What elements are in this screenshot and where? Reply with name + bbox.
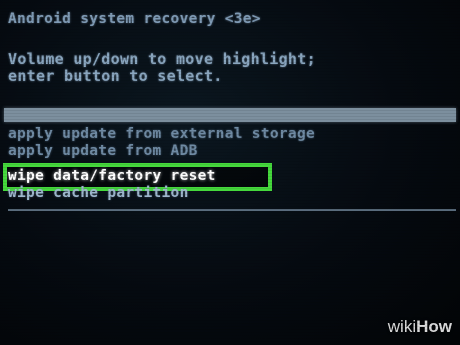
recovery-screen: Android system recovery <3e> Volume up/d… — [0, 0, 460, 345]
watermark-wiki-text: wiki — [387, 317, 417, 336]
menu-item-apply-update-adb[interactable]: apply update from ADB — [8, 143, 198, 159]
instruction-line: enter button to select. — [8, 67, 223, 85]
wikihow-watermark: wikiHow — [388, 317, 452, 337]
watermark-how-text: How — [416, 317, 452, 336]
menu-bottom-divider — [8, 209, 456, 211]
recovery-title: Android system recovery <3e> — [8, 11, 261, 27]
menu-item-apply-update-external-storage[interactable]: apply update from external storage — [8, 126, 315, 142]
menu-highlight-bar — [4, 108, 456, 122]
menu-item-wipe-data-factory-reset[interactable]: wipe data/factory reset — [8, 168, 216, 184]
instruction-line: Volume up/down to move highlight; — [8, 50, 316, 68]
menu-item-wipe-cache-partition[interactable]: wipe cache partition — [8, 185, 189, 201]
